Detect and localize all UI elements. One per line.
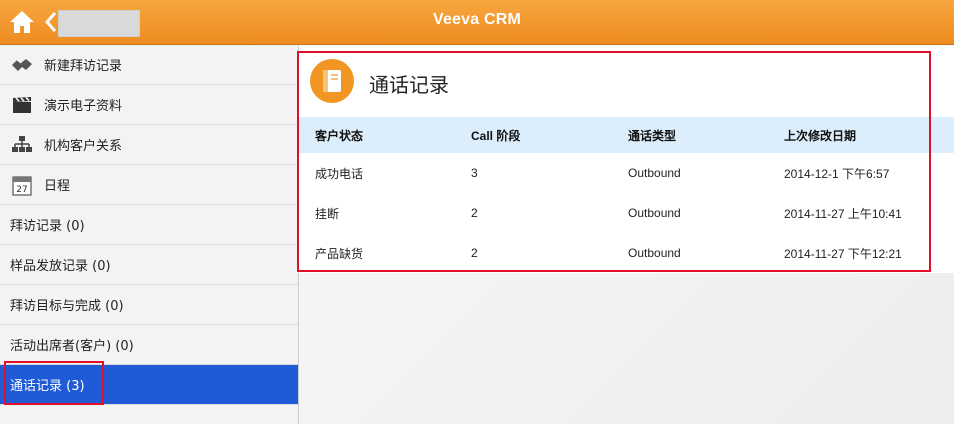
column-header[interactable]: 上次修改日期 [768,127,954,144]
table-row[interactable]: 成功电话 3 Outbound 2014-12-1 下午6:57 [299,153,954,193]
cell-status: 挂断 [315,206,340,221]
section-header: 通话记录 [299,45,954,118]
sidebar-item-label: 拜访目标与完成 (0) [10,299,124,314]
cell-date: 2014-12-1 下午6:57 [784,166,890,181]
sidebar-item-label: 机构客户关系 [44,139,123,154]
sidebar-item-label: 拜访记录 (0) [10,219,85,234]
column-header[interactable]: 客户状态 [299,127,457,144]
sidebar-item-visit-goals[interactable]: 拜访目标与完成 (0) [0,285,298,325]
sidebar-item-account-relations[interactable]: 机构客户关系 [0,125,298,165]
cell-status: 产品缺货 [315,246,364,261]
column-header[interactable]: 通话类型 [613,127,768,144]
section-title: 通话记录 [369,73,449,97]
table-header: 客户状态 Call 阶段 通话类型 上次修改日期 [299,117,954,153]
sidebar-item-new-visit[interactable]: 新建拜访记录 [0,45,298,85]
sidebar-item-presentation[interactable]: 演示电子资料 [0,85,298,125]
cell-type: Outbound [628,166,681,180]
table-row[interactable]: 产品缺货 2 Outbound 2014-11-27 下午12:21 [299,233,954,273]
table-row[interactable]: 挂断 2 Outbound 2014-11-27 上午10:41 [299,193,954,233]
main-panel: 通话记录 客户状态 Call 阶段 通话类型 上次修改日期 成功电话 3 Out… [299,45,954,424]
cell-type: Outbound [628,206,681,220]
cell-type: Outbound [628,246,681,260]
calendar-icon: 27 [10,174,34,196]
sidebar-item-label: 演示电子资料 [44,99,123,114]
column-header[interactable]: Call 阶段 [457,127,613,144]
sidebar-item-sample-records[interactable]: 样品发放记录 (0) [0,245,298,285]
sidebar-item-label: 新建拜访记录 [44,59,123,74]
clapperboard-icon [10,94,34,116]
cell-stage: 3 [471,166,478,180]
cell-stage: 2 [471,246,478,260]
handshake-icon [10,54,34,76]
sidebar-item-visit-records[interactable]: 拜访记录 (0) [0,205,298,245]
sidebar-item-calendar[interactable]: 27 日程 [0,165,298,205]
sidebar: 新建拜访记录 演示电子资料 机构客户关系 27 日程 拜访记录 (0) 样品发放… [0,45,299,424]
sidebar-item-label: 活动出席者(客户) (0) [10,339,134,354]
cell-stage: 2 [471,206,478,220]
sidebar-item-label: 日程 [44,179,71,194]
sidebar-item-call-records[interactable]: 通话记录 (3) [0,361,298,405]
cell-date: 2014-11-27 下午12:21 [784,246,902,261]
svg-text:27: 27 [16,185,27,195]
call-records-table: 客户状态 Call 阶段 通话类型 上次修改日期 成功电话 3 Outbound… [299,117,954,273]
sidebar-item-label: 样品发放记录 (0) [10,259,111,274]
call-records-panel: 通话记录 客户状态 Call 阶段 通话类型 上次修改日期 成功电话 3 Out… [299,45,954,273]
sidebar-item-event-attendees[interactable]: 活动出席者(客户) (0) [0,325,298,365]
app-title: Veeva CRM [432,11,522,28]
book-icon [310,59,354,103]
cell-date: 2014-11-27 上午10:41 [784,206,902,221]
sidebar-item-label: 通话记录 (3) [10,379,85,394]
top-bar: Veeva CRM [0,0,954,45]
cell-status: 成功电话 [315,166,364,181]
org-chart-icon [10,134,34,156]
